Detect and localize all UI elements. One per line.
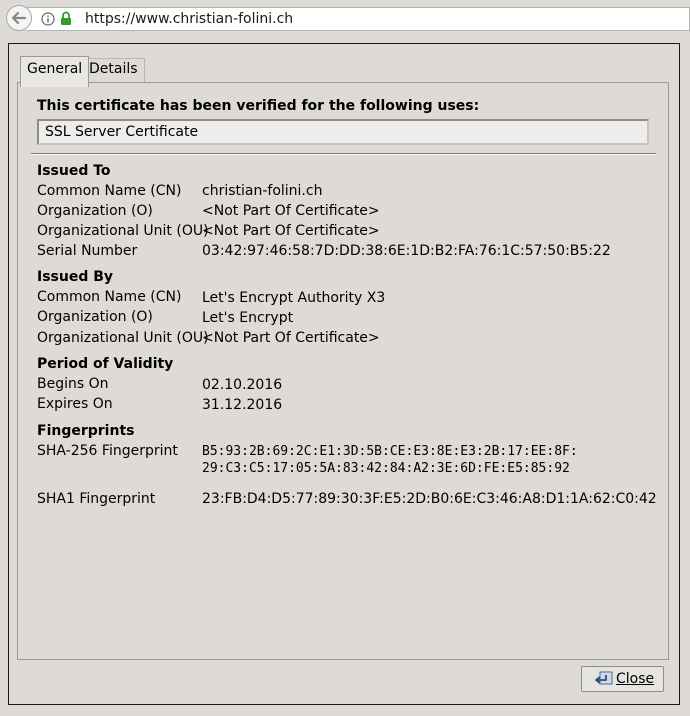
tab-details-label: Details	[89, 61, 138, 77]
issued-by-cn-label: Common Name (CN)	[37, 289, 182, 305]
tab-general[interactable]: General	[20, 56, 90, 87]
issued-to-heading: Issued To	[37, 163, 111, 179]
tab-details[interactable]: Details	[82, 58, 145, 84]
serial-number-value: 03:42:97:46:58:7D:DD:38:6E:1D:B2:FA:76:1…	[202, 243, 611, 259]
back-button[interactable]	[6, 5, 32, 31]
issued-by-ou-label: Organizational Unit (OU)	[37, 330, 209, 346]
issued-to-ou-value: <Not Part Of Certificate>	[202, 223, 380, 239]
issued-by-org-label: Organization (O)	[37, 309, 153, 325]
validity-heading: Period of Validity	[37, 356, 174, 372]
sha256-value-line1: B5:93:2B:69:2C:E1:3D:5B:CE:E3:8E:E3:2B:1…	[202, 444, 578, 459]
tab-general-label: General	[27, 61, 83, 77]
lock-icon[interactable]	[60, 11, 72, 26]
uses-item: SSL Server Certificate	[45, 124, 199, 140]
sha1-value: 23:FB:D4:D5:77:89:30:3F:E5:2D:B0:6E:C3:4…	[202, 491, 657, 507]
uses-list: SSL Server Certificate	[37, 119, 649, 145]
expires-on-value: 31.12.2016	[202, 397, 283, 413]
certificate-viewer-dialog: General Details This certificate has bee…	[8, 43, 680, 705]
sha1-label: SHA1 Fingerprint	[37, 491, 156, 507]
issued-to-cn-value: christian-folini.ch	[202, 183, 323, 199]
close-button[interactable]: Close	[581, 666, 664, 692]
close-dialog-icon	[595, 671, 613, 685]
fingerprints-heading: Fingerprints	[37, 423, 135, 439]
uses-heading: This certificate has been verified for t…	[37, 98, 480, 114]
issued-by-heading: Issued By	[37, 269, 114, 285]
issued-to-org-label: Organization (O)	[37, 203, 153, 219]
close-button-label: Close	[616, 671, 655, 687]
expires-on-label: Expires On	[37, 396, 113, 412]
issued-by-ou-value: <Not Part Of Certificate>	[202, 330, 380, 346]
sha256-value-line2: 29:C3:C5:17:05:5A:83:42:84:A2:3E:6D:FE:E…	[202, 461, 570, 476]
issued-to-cn-label: Common Name (CN)	[37, 183, 182, 199]
serial-number-label: Serial Number	[37, 243, 138, 259]
sha256-label: SHA-256 Fingerprint	[37, 443, 178, 459]
issued-by-org-value: Let's Encrypt	[202, 310, 294, 326]
issued-by-cn-value: Let's Encrypt Authority X3	[202, 290, 386, 306]
url-bar[interactable]: https://www.christian-folini.ch	[26, 7, 690, 31]
divider	[31, 153, 656, 155]
browser-toolbar: https://www.christian-folini.ch	[0, 0, 690, 38]
general-panel: This certificate has been verified for t…	[17, 82, 669, 660]
info-icon[interactable]	[41, 12, 55, 26]
back-arrow-icon	[11, 11, 27, 25]
issued-to-org-value: <Not Part Of Certificate>	[202, 203, 380, 219]
begins-on-value: 02.10.2016	[202, 377, 283, 393]
begins-on-label: Begins On	[37, 376, 109, 392]
issued-to-ou-label: Organizational Unit (OU)	[37, 223, 209, 239]
url-text: https://www.christian-folini.ch	[85, 11, 294, 27]
